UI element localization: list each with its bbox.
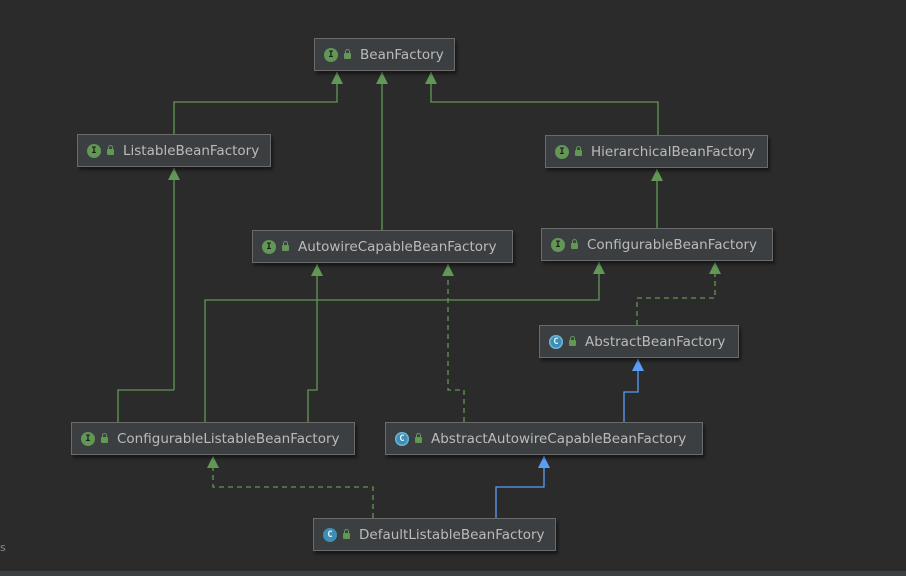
edge-arrowhead: [168, 168, 180, 180]
edge-line: [173, 72, 338, 134]
node-label: AbstractBeanFactory: [585, 333, 726, 350]
node-label: ListableBeanFactory: [123, 142, 260, 159]
public-lock-icon: [101, 433, 108, 443]
node-label: ConfigurableBeanFactory: [587, 236, 758, 253]
public-lock-icon: [571, 239, 578, 249]
node-abstract-bean-factory[interactable]: C AbstractBeanFactory: [539, 325, 739, 358]
interface-icon: I: [555, 144, 569, 159]
edge-arrowhead: [651, 169, 663, 181]
node-configurable-listable-bean-factory[interactable]: I ConfigurableListableBeanFactory: [71, 422, 355, 455]
interface-icon: I: [87, 143, 101, 158]
node-hierarchical-bean-factory[interactable]: I HierarchicalBeanFactory: [545, 135, 768, 168]
edge-line: [495, 456, 545, 518]
interface-icon: I: [324, 47, 338, 62]
edge-line: [212, 456, 374, 518]
edge-line: [307, 264, 318, 422]
public-lock-icon: [107, 145, 114, 155]
node-label: AutowireCapableBeanFactory: [298, 238, 497, 255]
public-lock-icon: [282, 241, 289, 251]
public-lock-icon: [344, 49, 351, 59]
edge-arrowhead: [442, 264, 454, 276]
edge-arrowhead: [376, 72, 388, 84]
edge-arrowhead: [538, 456, 550, 468]
node-label: BeanFactory: [360, 46, 444, 63]
node-autowire-capable-bean-factory[interactable]: I AutowireCapableBeanFactory: [252, 230, 513, 263]
interface-icon: I: [262, 239, 276, 254]
public-lock-icon: [575, 146, 582, 156]
node-listable-bean-factory[interactable]: I ListableBeanFactory: [77, 134, 271, 167]
edge-line: [447, 264, 465, 422]
abstract-class-icon: C: [549, 334, 563, 349]
status-fragment-text: s: [0, 541, 6, 554]
node-label: DefaultListableBeanFactory: [359, 526, 545, 543]
node-label: AbstractAutowireCapableBeanFactory: [431, 430, 687, 447]
bottom-scrollbar[interactable]: [0, 571, 906, 576]
interface-icon: I: [81, 431, 95, 446]
edge-line: [636, 262, 716, 325]
diagram-edges: [117, 72, 721, 518]
class-icon: C: [323, 527, 337, 542]
edge-arrowhead: [709, 262, 721, 274]
edge-arrowhead: [425, 72, 437, 84]
edge-arrowhead: [331, 72, 343, 84]
edge-line: [117, 389, 174, 422]
public-lock-icon: [569, 336, 576, 346]
edge-arrowhead: [632, 359, 644, 371]
node-bean-factory[interactable]: I BeanFactory: [314, 38, 455, 71]
uml-diagram-canvas: I BeanFactory I ListableBeanFactory I Hi…: [0, 0, 906, 576]
public-lock-icon: [415, 433, 422, 443]
node-configurable-bean-factory[interactable]: I ConfigurableBeanFactory: [541, 228, 773, 261]
abstract-class-icon: C: [395, 431, 409, 446]
edge-arrowhead: [593, 262, 605, 274]
edge-arrowhead: [311, 264, 323, 276]
public-lock-icon: [343, 529, 350, 539]
node-label: ConfigurableListableBeanFactory: [117, 430, 340, 447]
node-abstract-autowire-capable-bean-factory[interactable]: C AbstractAutowireCapableBeanFactory: [385, 422, 703, 455]
edge-arrowhead: [207, 456, 219, 468]
edge-line: [430, 72, 659, 135]
node-label: HierarchicalBeanFactory: [591, 143, 756, 160]
node-default-listable-bean-factory[interactable]: C DefaultListableBeanFactory: [313, 518, 556, 551]
interface-icon: I: [551, 237, 565, 252]
